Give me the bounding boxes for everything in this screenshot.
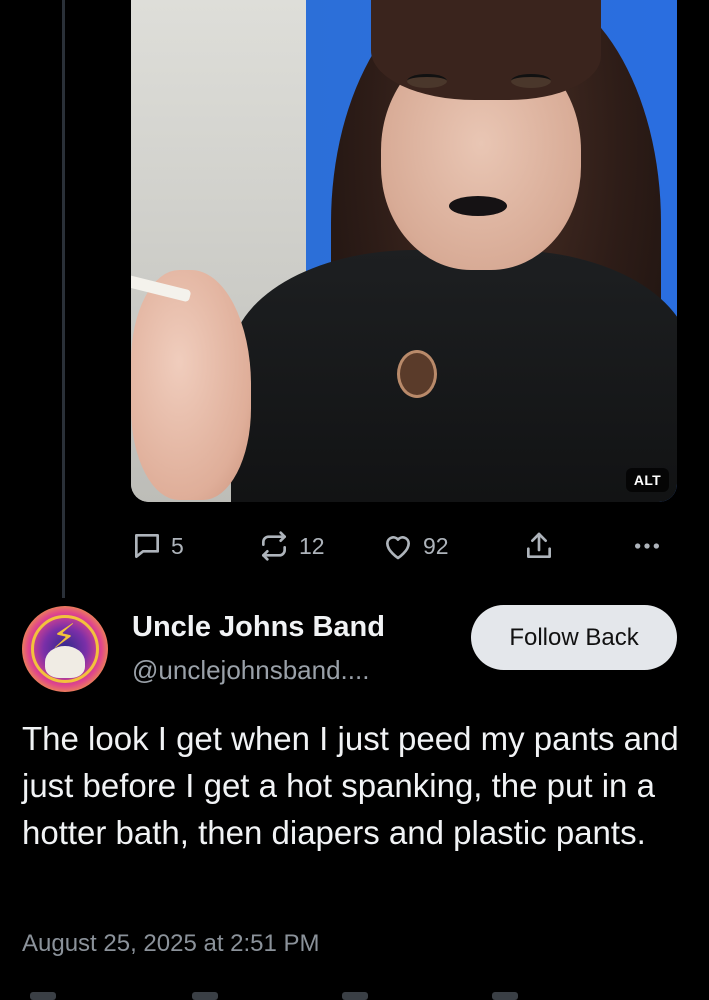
alt-text-badge[interactable]: ALT xyxy=(625,468,669,492)
image-eye-left xyxy=(407,74,447,88)
author-display-name[interactable]: Uncle Johns Band xyxy=(132,611,385,644)
thread-connector-line xyxy=(62,0,65,598)
reply-button[interactable]: 5 xyxy=(131,528,184,564)
repost-icon xyxy=(262,531,286,561)
reply-count: 5 xyxy=(171,532,184,559)
image-eye-right xyxy=(511,74,551,88)
peek-repost-icon xyxy=(192,992,218,1000)
like-icon xyxy=(386,536,410,560)
image-bangs xyxy=(371,0,601,100)
image-shirt xyxy=(231,250,677,502)
more-options-button[interactable] xyxy=(631,528,663,564)
peek-like-icon xyxy=(342,992,368,1000)
share-button[interactable] xyxy=(523,528,555,564)
image-pendant xyxy=(397,350,437,398)
skull-icon xyxy=(45,646,85,678)
peek-reply-icon xyxy=(30,992,56,1000)
more-icon xyxy=(635,543,659,549)
repost-button[interactable]: 12 xyxy=(257,528,325,564)
post-image[interactable]: ALT xyxy=(131,0,677,502)
peek-share-icon xyxy=(492,992,518,1000)
avatar[interactable]: ⚡ xyxy=(22,606,108,692)
post-timestamp: August 25, 2025 at 2:51 PM xyxy=(22,930,320,957)
image-hand xyxy=(131,270,251,500)
author-handle[interactable]: @unclejohnsband.... xyxy=(132,655,369,686)
follow-back-button[interactable]: Follow Back xyxy=(471,605,677,670)
post-text: The look I get when I just peed my pants… xyxy=(22,720,679,851)
like-button[interactable]: 92 xyxy=(381,528,449,564)
like-count: 92 xyxy=(423,532,449,559)
reply-icon xyxy=(135,534,159,558)
repost-count: 12 xyxy=(299,532,325,559)
image-lips xyxy=(449,196,507,216)
post-action-bar: 5 12 92 xyxy=(131,528,671,564)
post-author-header: ⚡ Uncle Johns Band @unclejohnsband.... F… xyxy=(22,603,682,693)
next-action-bar-peek xyxy=(22,990,687,1000)
share-icon xyxy=(527,532,551,558)
